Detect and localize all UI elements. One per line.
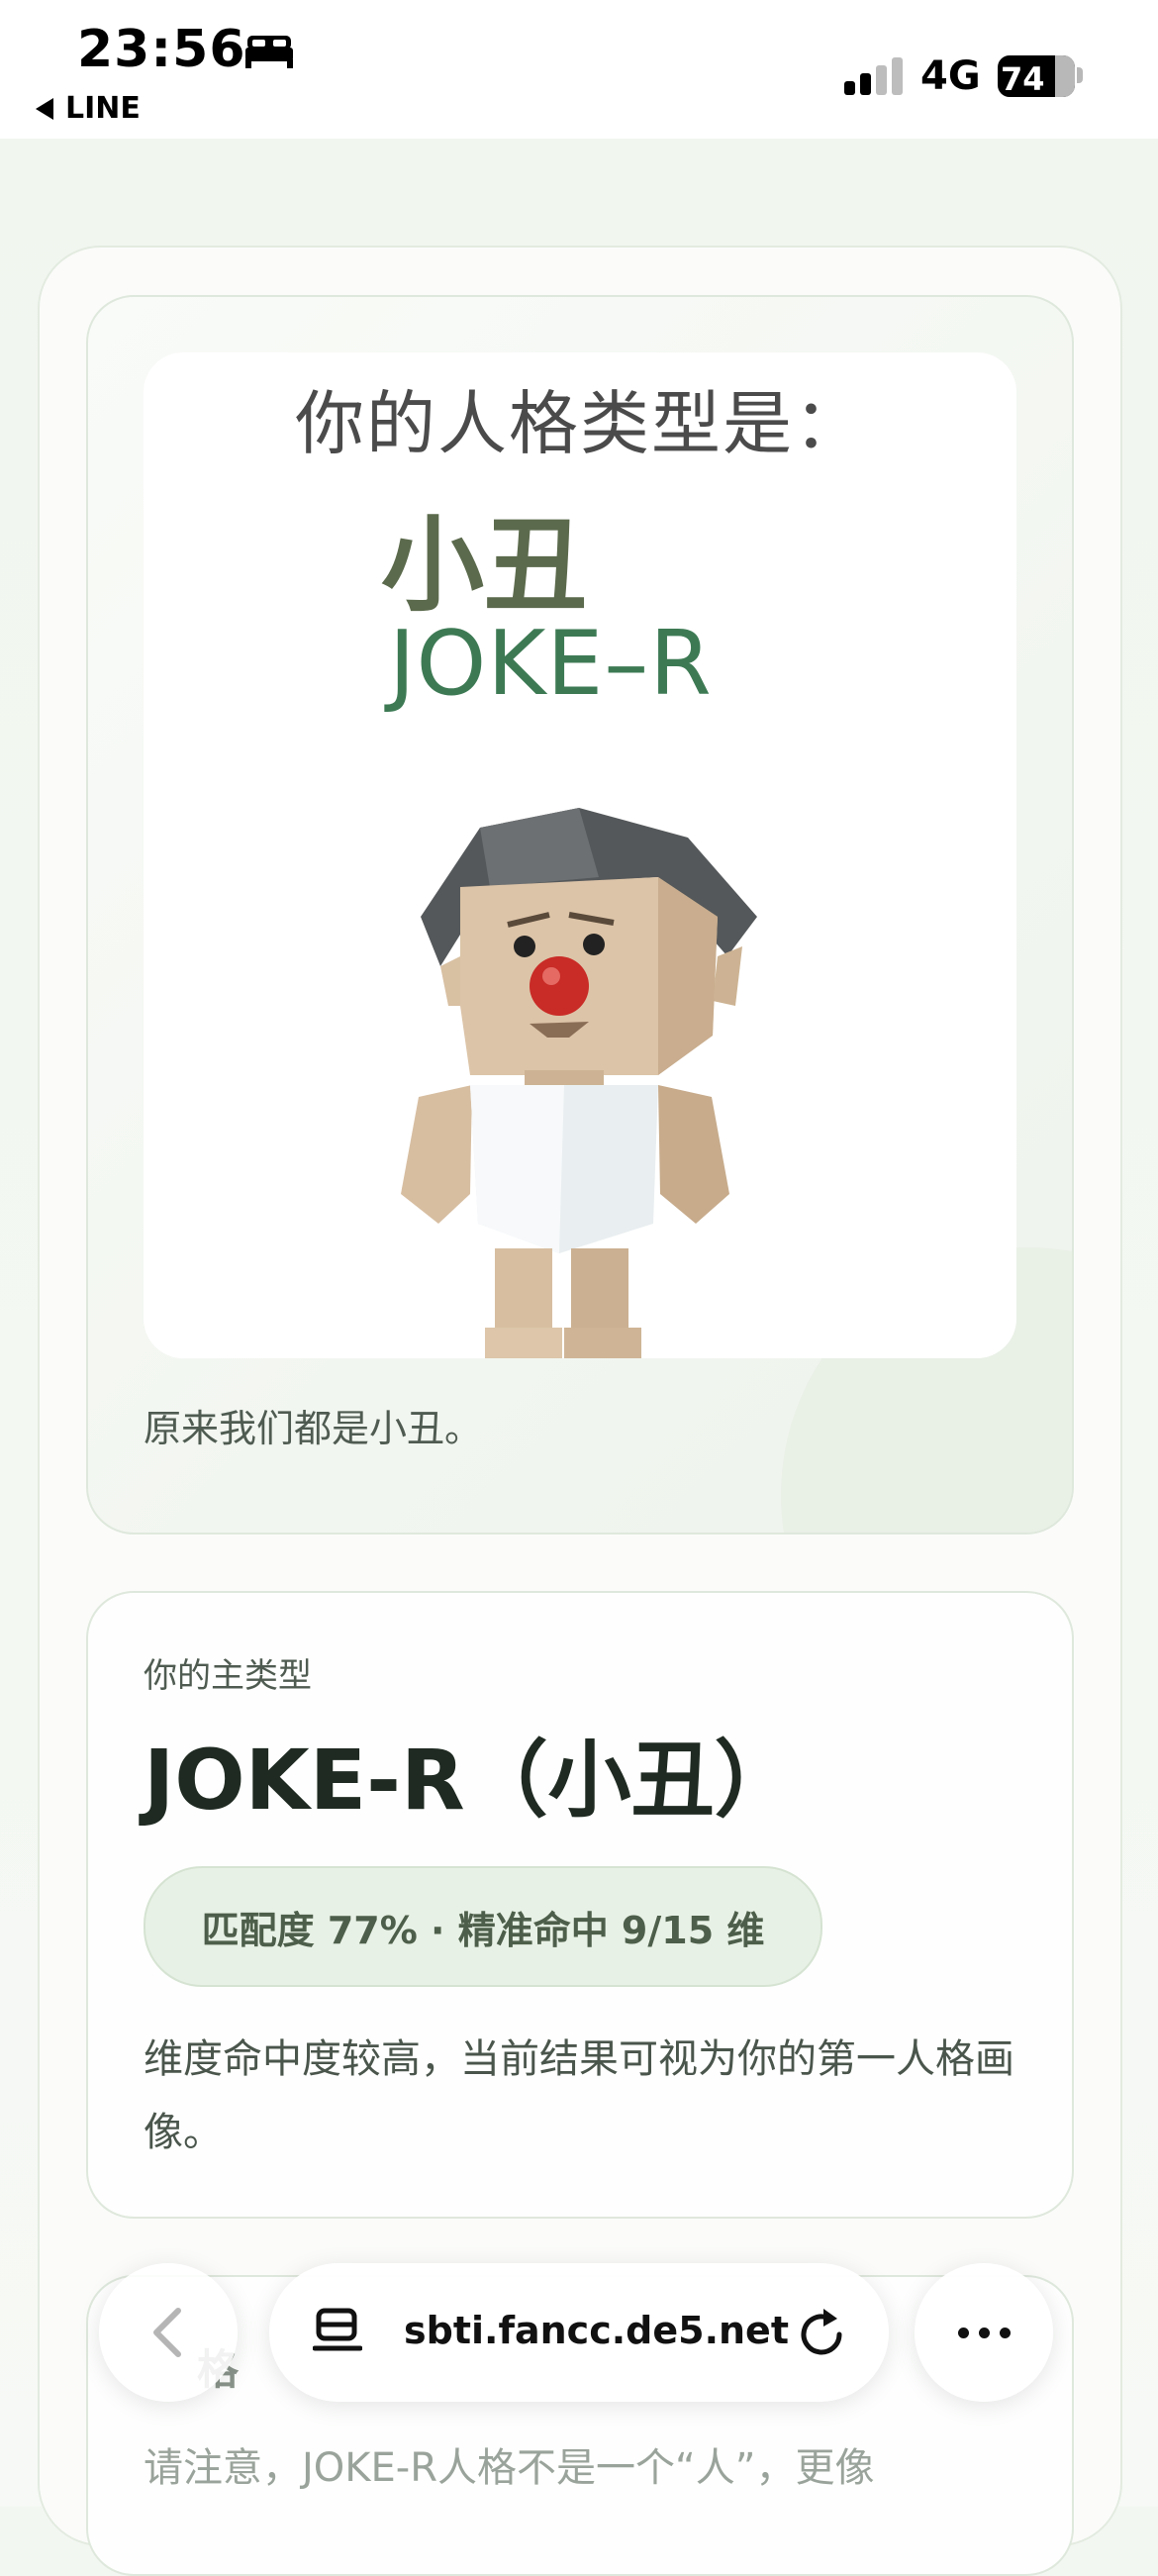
- more-dot-icon: [978, 2327, 990, 2338]
- main-type-card: 你的主类型 JOKE-R（小丑） 匹配度 77% · 精准命中 9/15 维 维…: [86, 1591, 1074, 2219]
- main-type-title: JOKE-R（小丑）: [144, 1732, 798, 1829]
- more-dot-icon: [999, 2327, 1011, 2338]
- reload-icon[interactable]: [794, 2305, 849, 2360]
- image-type-name: 小丑: [381, 505, 588, 626]
- battery-level: 74: [1001, 60, 1045, 98]
- main-type-description: 维度命中度较高，当前结果可视为你的第一人格画像。: [144, 2036, 1014, 2155]
- result-card: 你的人格类型是： 小丑 JOKE–R 原来我们都是小丑。: [86, 295, 1074, 1535]
- result-caption: 原来我们都是小丑。: [144, 1407, 483, 1450]
- back-app-label: LINE: [65, 91, 141, 126]
- status-time: 23:56: [77, 20, 246, 79]
- image-type-code: JOKE–R: [389, 612, 713, 716]
- personality-image: 你的人格类型是： 小丑 JOKE–R: [144, 352, 1016, 1358]
- battery-cap: [1077, 67, 1083, 83]
- image-heading: 你的人格类型是：: [295, 383, 865, 464]
- page-menu-icon[interactable]: [313, 2307, 362, 2358]
- cellular-signal-icon: [844, 57, 904, 95]
- clown-illustration: [401, 808, 757, 1358]
- browser-back-button[interactable]: [99, 2263, 238, 2402]
- address-bar[interactable]: sbti.fancc.de5.net: [269, 2263, 889, 2402]
- url-text[interactable]: sbti.fancc.de5.net: [404, 2309, 789, 2352]
- network-type: 4G: [920, 53, 981, 99]
- type-note-text: 请注意，JOKE-R人格不是一个“人”，更像: [144, 2445, 875, 2491]
- back-to-app-link[interactable]: LINE: [36, 91, 141, 126]
- status-bar: 23:56 LINE 4G 74: [0, 0, 1158, 139]
- chevron-left-icon: [153, 2308, 181, 2357]
- battery-icon: 74: [998, 55, 1075, 98]
- main-type-label: 你的主类型: [144, 1656, 312, 1696]
- bed-icon: [245, 36, 293, 68]
- match-badge: 匹配度 77% · 精准命中 9/15 维: [144, 1866, 822, 1987]
- more-options-button[interactable]: [915, 2263, 1053, 2402]
- back-triangle-icon: [36, 98, 53, 120]
- more-dot-icon: [957, 2327, 969, 2338]
